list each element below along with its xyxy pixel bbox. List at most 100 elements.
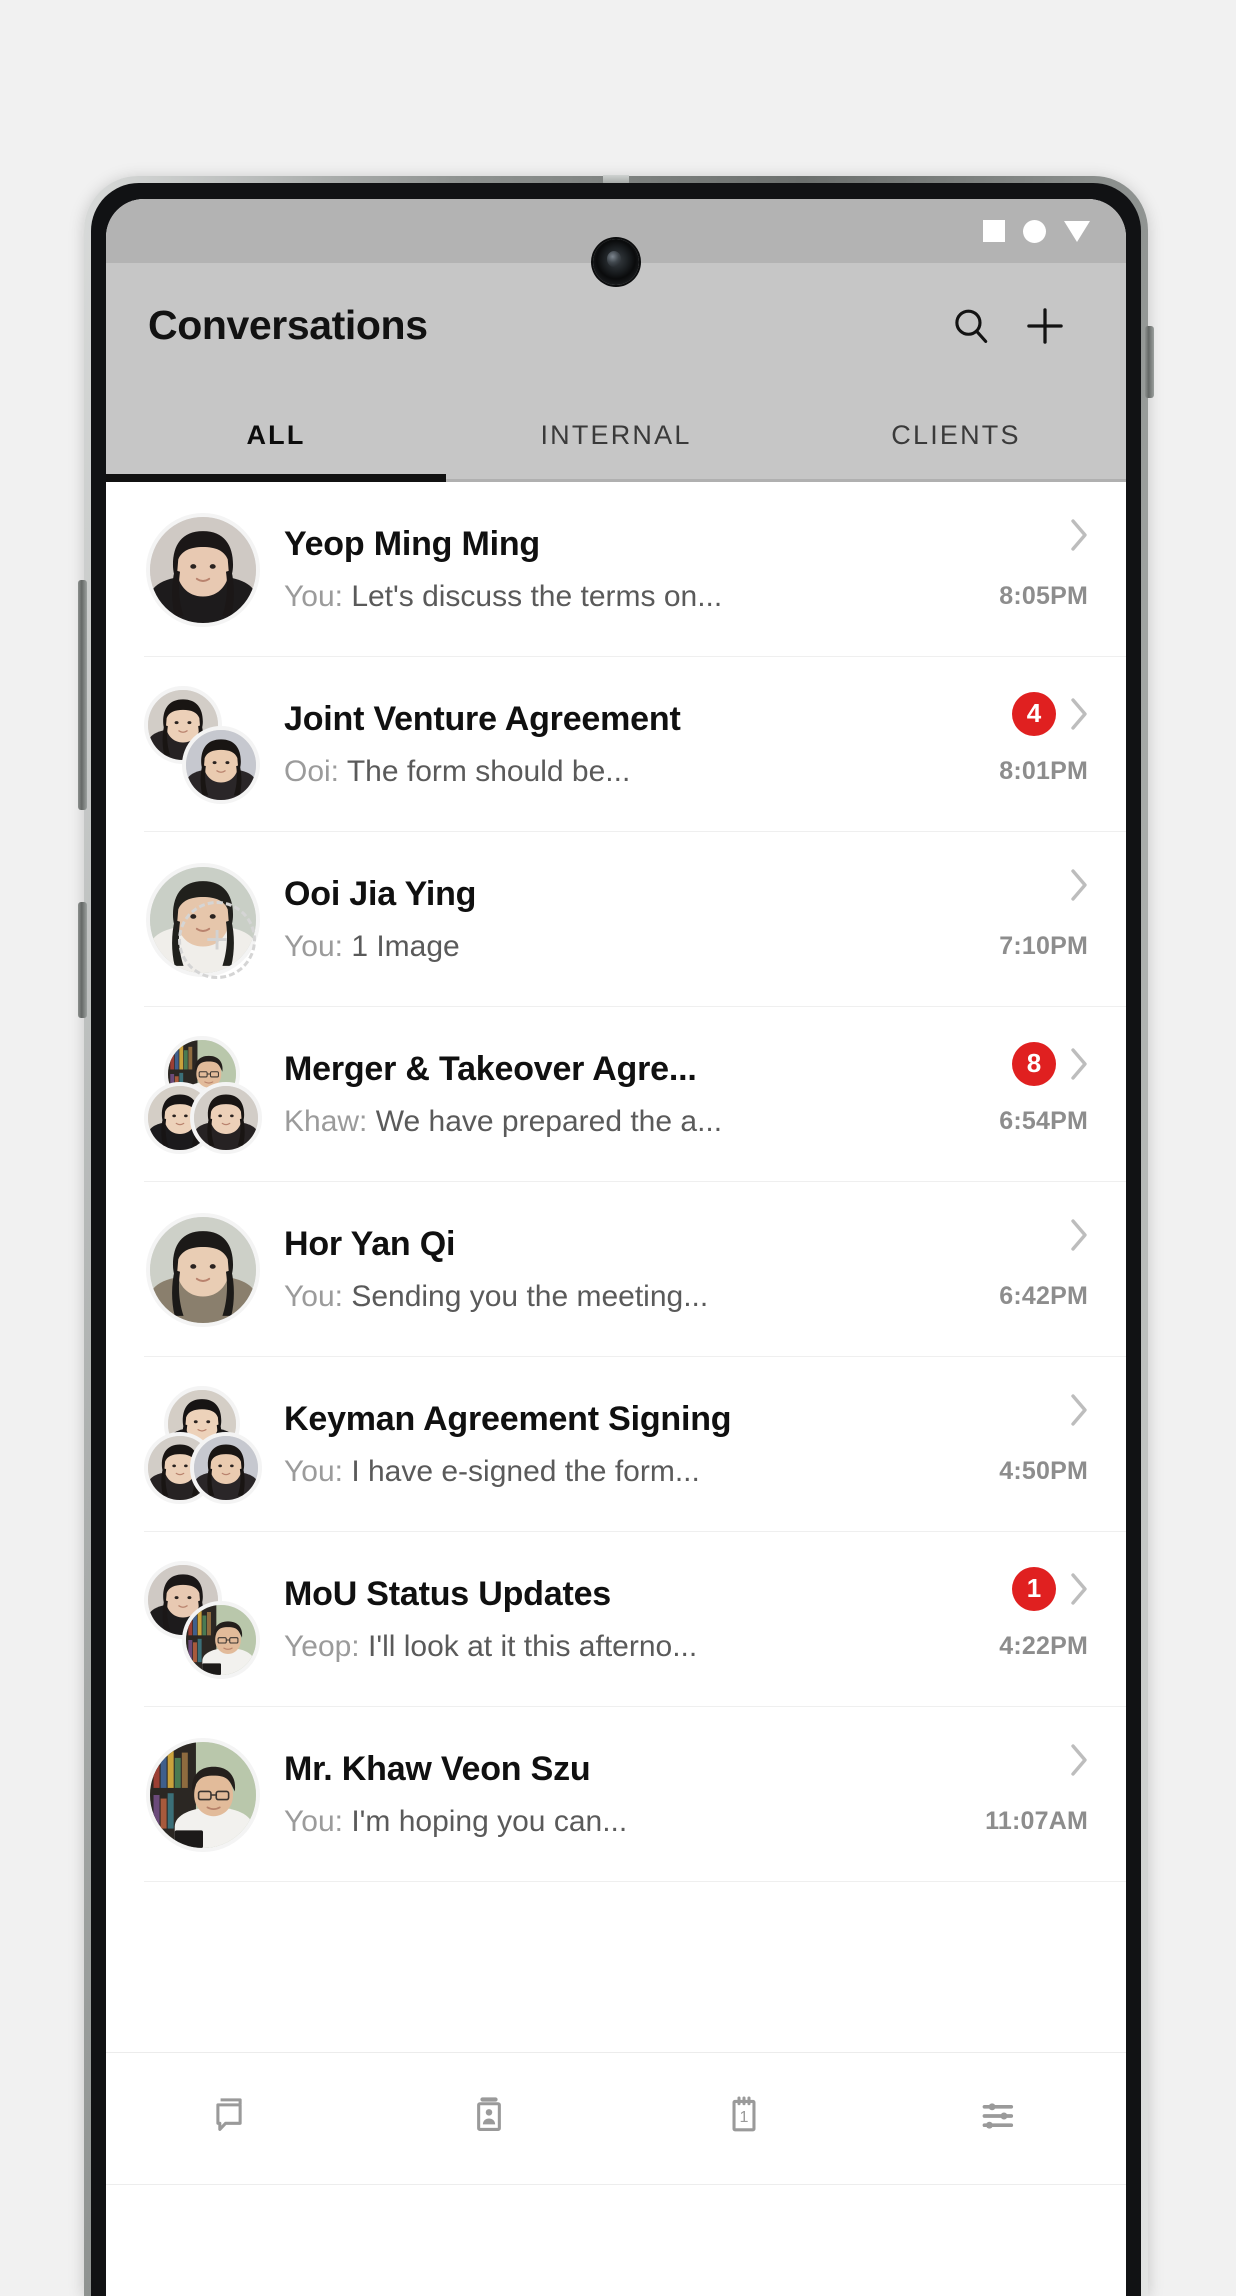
preview-sender: You:	[284, 930, 343, 963]
conversation-time: 4:50PM	[999, 1456, 1088, 1485]
preview-sender: Ooi:	[284, 755, 340, 788]
avatar	[144, 511, 262, 629]
conversation-row[interactable]: Joint Venture Agreement Ooi: The form sho…	[106, 657, 1126, 832]
avatar-image	[182, 725, 260, 804]
phone-frame: Conversations ALL INTERNAL CLIENTS Yeop …	[78, 175, 1154, 2296]
conversation-preview: You: Sending you the meeting...	[284, 1280, 918, 1314]
chevron-right-icon[interactable]	[1068, 696, 1090, 732]
conversation-preview: You: I'm hoping you can...	[284, 1805, 918, 1839]
add-participant-icon[interactable]: +	[178, 900, 256, 979]
conversation-meta: 1 4:22PM	[930, 1561, 1090, 1679]
avatar-image	[146, 1737, 260, 1852]
conversation-time: 7:10PM	[999, 931, 1088, 960]
chevron-right-icon[interactable]	[1068, 1571, 1090, 1607]
conversation-title: Ooi Jia Ying	[284, 875, 477, 913]
chevron-right-icon[interactable]	[1068, 1742, 1090, 1778]
avatar-image	[190, 1081, 262, 1154]
conversation-preview: Yeop: I'll look at it this afterno...	[284, 1630, 918, 1664]
avatar	[144, 1736, 262, 1854]
meta-top	[1068, 517, 1090, 553]
avatar	[144, 1385, 262, 1504]
conversation-text: Hor Yan Qi You: Sending you the meeting..…	[284, 1225, 930, 1314]
meta-top	[1068, 1742, 1090, 1778]
search-icon	[949, 304, 993, 348]
chevron-right-icon[interactable]	[1068, 1217, 1090, 1253]
conversation-text: Mr. Khaw Veon Szu You: I'm hoping you can…	[284, 1750, 930, 1839]
dropdown-triangle-icon	[1064, 220, 1090, 242]
nav-item-contacts[interactable]	[361, 2093, 616, 2144]
preview-sender: You:	[284, 1455, 343, 1488]
nav-item-calendar[interactable]: 1	[616, 2093, 871, 2144]
phone-screen: Conversations ALL INTERNAL CLIENTS Yeop …	[106, 199, 1126, 2296]
chevron-right-icon[interactable]	[1068, 517, 1090, 553]
phone-bezel: Conversations ALL INTERNAL CLIENTS Yeop …	[91, 183, 1141, 2296]
preview-sender: You:	[284, 1280, 343, 1313]
conversation-text: Merger & Takeover Agre... Khaw: We have p…	[284, 1050, 930, 1139]
conversation-title: Mr. Khaw Veon Szu	[284, 1750, 591, 1788]
conversation-time: 6:42PM	[999, 1281, 1088, 1310]
preview-body: 1 Image	[351, 930, 460, 963]
avatar-image	[146, 1212, 260, 1327]
avatar	[144, 1035, 262, 1154]
search-button[interactable]	[934, 289, 1008, 363]
preview-sender: You:	[284, 1805, 343, 1838]
conversation-meta: 6:42PM	[930, 1211, 1090, 1329]
preview-body: The form should be...	[346, 755, 631, 788]
meta-top: 1	[1012, 1566, 1090, 1611]
new-conversation-button[interactable]	[1008, 289, 1082, 363]
calendar-day-number: 1	[739, 2108, 748, 2126]
avatar	[144, 1211, 262, 1329]
front-camera-icon	[593, 239, 639, 285]
chevron-right-icon[interactable]	[1068, 867, 1090, 903]
conversation-meta: 11:07AM	[930, 1736, 1090, 1854]
power-button[interactable]	[78, 902, 87, 1018]
chat-bubbles-icon	[211, 2093, 257, 2144]
conversation-title: Merger & Takeover Agre...	[284, 1050, 697, 1088]
conversation-row[interactable]: Yeop Ming Ming You: Let's discuss the ter…	[106, 482, 1126, 657]
conversation-row[interactable]: Merger & Takeover Agre... Khaw: We have p…	[106, 1007, 1126, 1182]
conversation-title: Yeop Ming Ming	[284, 525, 540, 563]
preview-body: I have e-signed the form...	[351, 1455, 700, 1488]
conversation-row[interactable]: Mr. Khaw Veon Szu You: I'm hoping you can…	[106, 1707, 1126, 1882]
conversation-row[interactable]: + Ooi Jia Ying You: 1 Image 7:10PM	[106, 832, 1126, 1007]
avatar-image	[146, 512, 260, 627]
side-key-button[interactable]	[1145, 326, 1154, 398]
conversation-text: Yeop Ming Ming You: Let's discuss the ter…	[284, 525, 930, 614]
preview-body: I'll look at it this afterno...	[368, 1630, 698, 1663]
meta-top: 4	[1012, 691, 1090, 736]
stop-square-icon	[983, 220, 1005, 242]
conversation-time: 4:22PM	[999, 1631, 1088, 1660]
conversation-meta: 8 6:54PM	[930, 1036, 1090, 1154]
chevron-right-icon[interactable]	[1068, 1046, 1090, 1082]
conversation-row[interactable]: MoU Status Updates Yeop: I'll look at it …	[106, 1532, 1126, 1707]
conversation-title: MoU Status Updates	[284, 1575, 611, 1613]
bottom-divider	[106, 2184, 1126, 2185]
conversation-meta: 4:50PM	[930, 1386, 1090, 1504]
conversation-text: Joint Venture Agreement Ooi: The form sho…	[284, 700, 930, 789]
record-circle-icon	[1023, 219, 1046, 243]
page-title: Conversations	[148, 302, 428, 348]
nav-item-conversations[interactable]	[106, 2093, 361, 2144]
contact-card-icon	[466, 2093, 512, 2144]
tab-internal[interactable]: INTERNAL	[446, 388, 786, 482]
bottom-navigation: 1	[106, 2052, 1126, 2184]
conversation-text: Ooi Jia Ying You: 1 Image	[284, 875, 930, 964]
conversation-text: Keyman Agreement Signing You: I have e-si…	[284, 1400, 930, 1489]
conversation-title: Keyman Agreement Signing	[284, 1400, 732, 1438]
conversation-row[interactable]: Hor Yan Qi You: Sending you the meeting..…	[106, 1182, 1126, 1357]
volume-button[interactable]	[78, 580, 87, 810]
conversation-row[interactable]: Keyman Agreement Signing You: I have e-si…	[106, 1357, 1126, 1532]
tab-all[interactable]: ALL	[106, 388, 446, 482]
tab-clients[interactable]: CLIENTS	[786, 388, 1126, 482]
preview-body: We have prepared the a...	[375, 1105, 723, 1138]
conversation-title: Hor Yan Qi	[284, 1225, 456, 1263]
chevron-right-icon[interactable]	[1068, 1392, 1090, 1428]
nav-item-settings[interactable]	[871, 2093, 1126, 2144]
avatar-image	[182, 1600, 260, 1679]
unread-badge: 1	[1012, 1566, 1056, 1611]
unread-badge: 4	[1012, 691, 1056, 736]
conversation-meta: 4 8:01PM	[930, 686, 1090, 804]
conversation-meta: 7:10PM	[930, 861, 1090, 979]
conversation-meta: 8:05PM	[930, 511, 1090, 629]
conversation-list[interactable]: Yeop Ming Ming You: Let's discuss the ter…	[106, 482, 1126, 2052]
